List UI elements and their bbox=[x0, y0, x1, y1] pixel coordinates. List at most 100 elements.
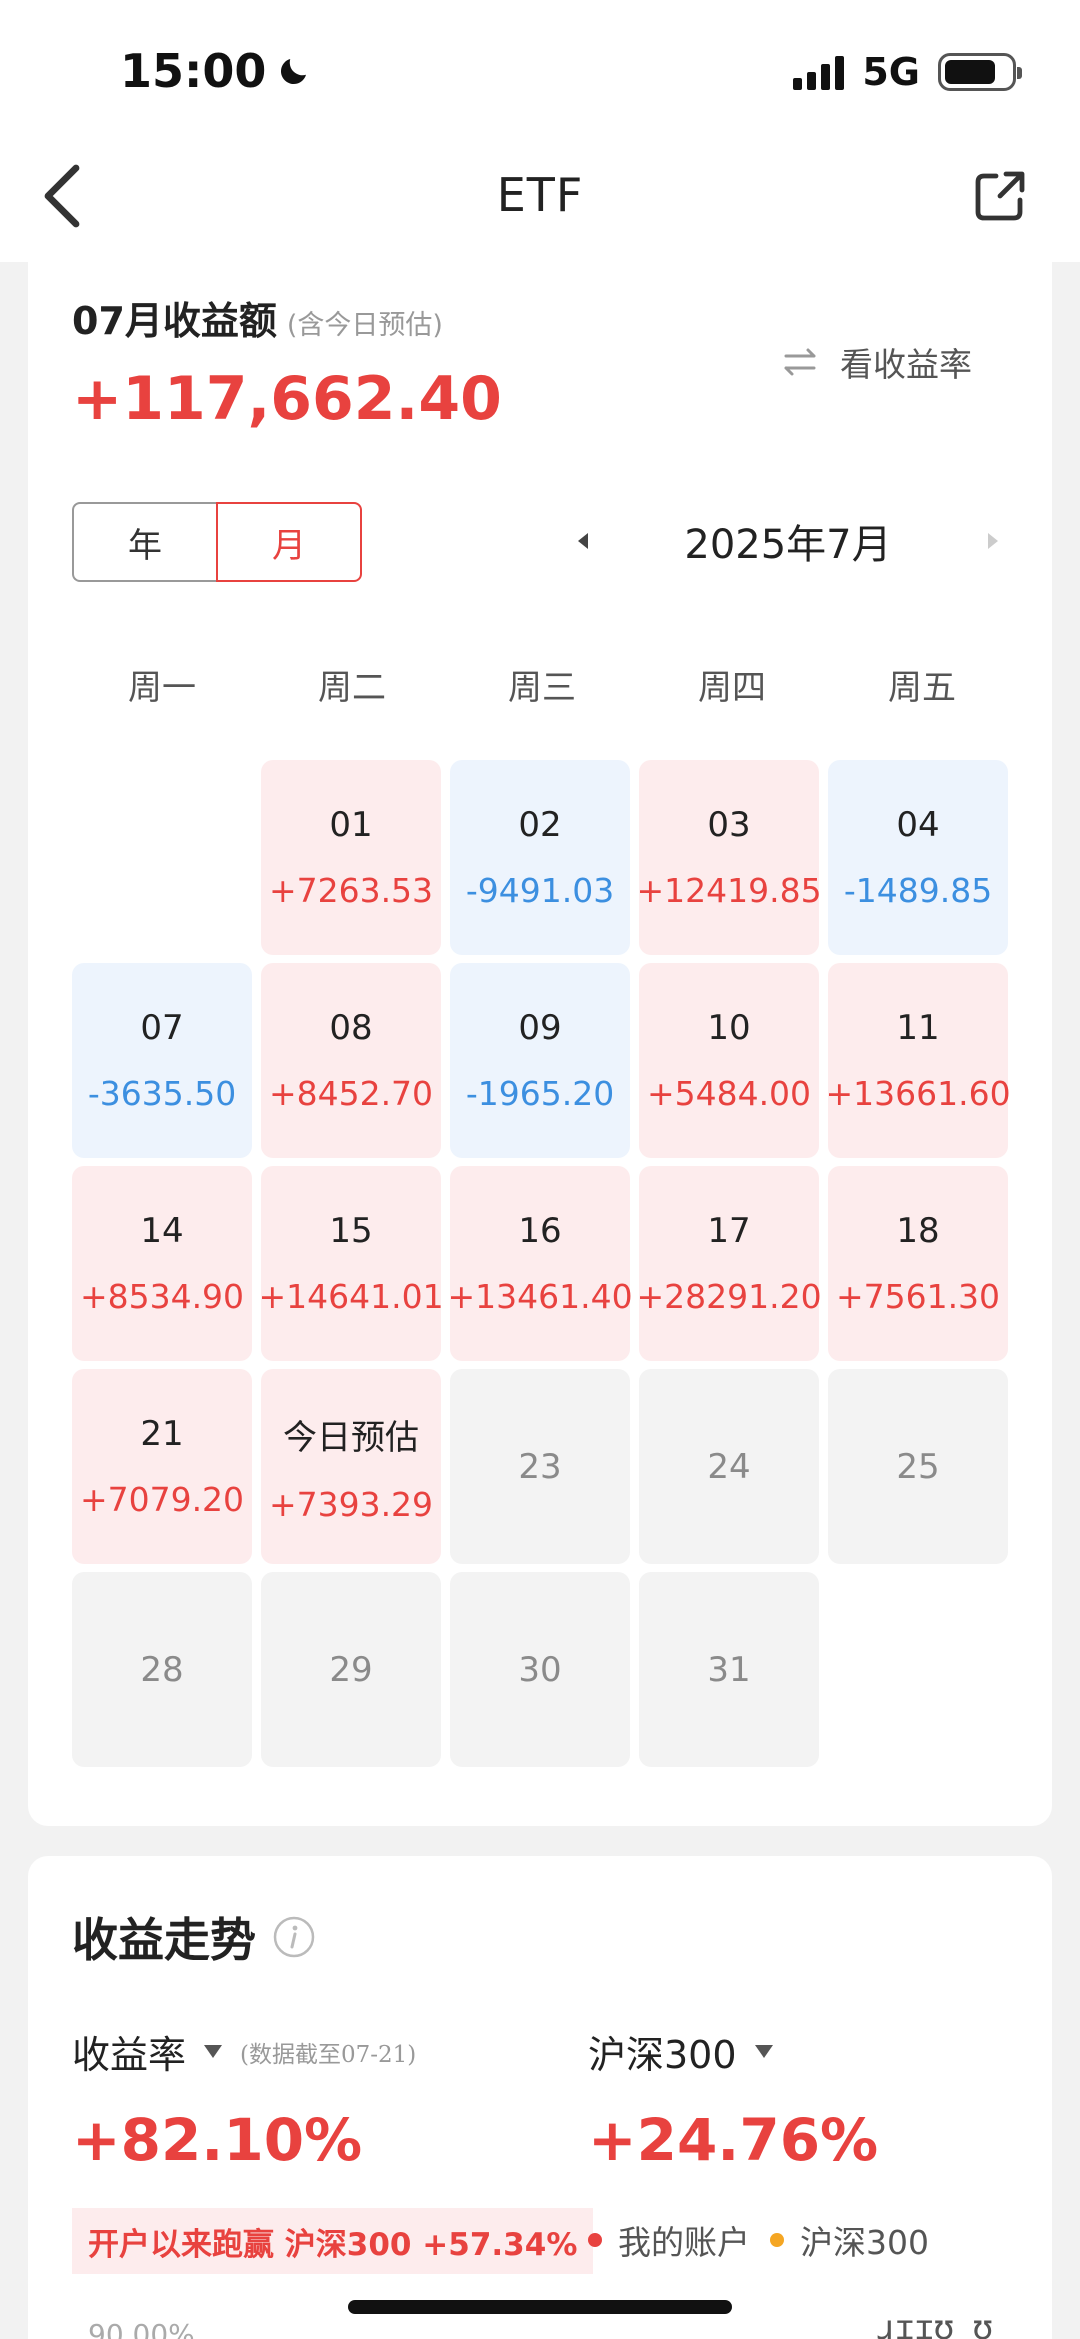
calendar-day-cell[interactable]: 24 bbox=[639, 1369, 819, 1564]
calendar-day-label: 今日预估 bbox=[283, 1417, 419, 1458]
calendar-day-cell[interactable]: 03 +12419.85 bbox=[636, 760, 822, 955]
calendar-cell-empty bbox=[72, 760, 252, 955]
calendar-day-amount: -1489.85 bbox=[843, 871, 993, 910]
calendar-day-cell[interactable]: 31 bbox=[639, 1572, 819, 1767]
weekday-header: 周一 周二 周三 周四 周五 bbox=[72, 660, 1012, 709]
next-month-button[interactable] bbox=[978, 526, 1008, 556]
weekday-thu: 周四 bbox=[698, 668, 766, 708]
calendar-day-cell[interactable]: 14 +8534.90 bbox=[72, 1166, 252, 1361]
calendar-day-amount: +5484.00 bbox=[646, 1074, 812, 1113]
trend-card: 收益走势 收益率 (数据截至07-21) +82.10% 沪深300 +24.7… bbox=[28, 1856, 1052, 2339]
calendar-day-label: 24 bbox=[707, 1446, 751, 1487]
calendar-day-label: 07 bbox=[140, 1008, 184, 1048]
calendar-day-cell[interactable]: 02 -9491.03 bbox=[450, 760, 630, 955]
calendar-day-amount: +7393.29 bbox=[268, 1484, 434, 1524]
calendar-day-label: 23 bbox=[518, 1446, 562, 1487]
period-segmented-control: 年 月 bbox=[72, 502, 362, 582]
index-selector[interactable]: 沪深300 bbox=[588, 2024, 773, 2079]
calendar-day-cell[interactable]: 今日预估 +7393.29 bbox=[261, 1369, 441, 1564]
calendar-day-amount: +14641.01 bbox=[258, 1277, 444, 1316]
weekday-fri: 周五 bbox=[888, 668, 956, 708]
prev-month-button[interactable] bbox=[568, 526, 598, 556]
swap-icon bbox=[784, 348, 816, 376]
income-label: 07月收益额 (含今日预估) bbox=[72, 290, 443, 345]
calendar-day-cell[interactable]: 09 -1965.20 bbox=[450, 963, 630, 1158]
calendar-day-cell[interactable]: 21 +7079.20 bbox=[72, 1369, 252, 1564]
calendar-day-amount: +8534.90 bbox=[79, 1277, 245, 1316]
caret-right-icon bbox=[988, 533, 998, 549]
calendar-day-label: 01 bbox=[329, 805, 373, 845]
calendar-day-label: 28 bbox=[140, 1649, 184, 1690]
calendar-day-label: 03 bbox=[707, 805, 751, 845]
calendar-day-cell[interactable]: 18 +7561.30 bbox=[828, 1166, 1008, 1361]
calendar-day-amount: +7561.30 bbox=[835, 1277, 1001, 1316]
weekday-tue: 周二 bbox=[318, 668, 386, 708]
index-value: +24.76% bbox=[588, 2106, 879, 2174]
calendar-day-cell[interactable]: 16 +13461.40 bbox=[447, 1166, 633, 1361]
income-card: 07月收益额 (含今日预估) +117,662.40 看收益率 年 月 2025年… bbox=[28, 262, 1052, 1826]
calendar-day-cell[interactable]: 23 bbox=[450, 1369, 630, 1564]
calendar-day-label: 14 bbox=[140, 1211, 184, 1251]
calendar-day-label: 21 bbox=[140, 1414, 184, 1454]
calendar-day-amount: -1965.20 bbox=[465, 1074, 615, 1113]
home-indicator[interactable] bbox=[348, 2300, 732, 2314]
calendar-day-cell[interactable]: 01 +7263.53 bbox=[261, 760, 441, 955]
signal-icon bbox=[793, 54, 845, 90]
calendar-day-cell[interactable]: 29 bbox=[261, 1572, 441, 1767]
income-total: +117,662.40 bbox=[72, 364, 502, 434]
legend-label: 沪深300 bbox=[800, 2223, 929, 2262]
header: 15:00 5G ETF bbox=[0, 0, 1080, 262]
calendar-day-label: 30 bbox=[518, 1649, 562, 1690]
calendar-day-cell[interactable]: 08 +8452.70 bbox=[261, 963, 441, 1158]
rate-value: +82.10% bbox=[72, 2106, 363, 2174]
tab-year[interactable]: 年 bbox=[72, 502, 216, 582]
calendar-day-amount: +8452.70 bbox=[268, 1074, 434, 1113]
legend-label: 我的账户 bbox=[618, 2223, 750, 2262]
calendar-day-cell[interactable]: 28 bbox=[72, 1572, 252, 1767]
battery-icon bbox=[938, 53, 1022, 91]
calendar-day-cell[interactable]: 30 bbox=[450, 1572, 630, 1767]
index-label: 沪深300 bbox=[588, 2033, 737, 2077]
calendar-day-cell[interactable]: 17 +28291.20 bbox=[636, 1166, 822, 1361]
calendar-day-cell[interactable]: 07 -3635.50 bbox=[72, 963, 252, 1158]
dropdown-arrow-icon bbox=[754, 2045, 773, 2058]
chart-axis-label: 90.00% bbox=[88, 2318, 195, 2339]
calendar-day-amount: +13461.40 bbox=[447, 1277, 633, 1316]
dropdown-arrow-icon bbox=[204, 2045, 223, 2058]
legend-my-account: 我的账户 bbox=[588, 2216, 750, 2264]
calendar-day-cell[interactable]: 10 +5484.00 bbox=[639, 963, 819, 1158]
calendar-day-label: 18 bbox=[896, 1211, 940, 1251]
calendar-day-label: 29 bbox=[329, 1649, 373, 1690]
weekday-wed: 周三 bbox=[508, 668, 576, 708]
calendar-day-cell[interactable]: 11 +13661.60 bbox=[825, 963, 1011, 1158]
rate-label: 收益率 bbox=[72, 2033, 187, 2077]
share-button[interactable] bbox=[972, 168, 1028, 224]
view-rate-label: 看收益率 bbox=[840, 345, 972, 384]
calendar-day-label: 15 bbox=[329, 1211, 373, 1251]
income-title: 07月收益额 bbox=[72, 299, 277, 343]
calendar-day-cell[interactable]: 04 -1489.85 bbox=[828, 760, 1008, 955]
legend-dot-icon bbox=[588, 2233, 602, 2247]
legend-index: 沪深300 bbox=[770, 2216, 929, 2264]
calendar-day-amount: +12419.85 bbox=[636, 871, 822, 910]
calendar-day-amount: +13661.60 bbox=[825, 1074, 1011, 1113]
calendar-grid: 01 +7263.53 02 -9491.03 03 +12419.85 04 -1489.8… bbox=[72, 760, 1016, 1767]
status-time: 15:00 bbox=[120, 44, 312, 98]
calendar-day-label: 09 bbox=[518, 1008, 562, 1048]
moon-icon bbox=[281, 59, 307, 85]
calendar-day-label: 31 bbox=[707, 1649, 751, 1690]
view-rate-toggle[interactable]: 看收益率 bbox=[780, 338, 972, 386]
status-indicators: 5G bbox=[793, 50, 1022, 94]
trend-title: 收益走势 bbox=[72, 1904, 316, 1970]
tab-month[interactable]: 月 bbox=[216, 502, 362, 582]
calendar-day-label: 08 bbox=[329, 1008, 373, 1048]
info-icon[interactable] bbox=[272, 1915, 316, 1959]
calendar-day-label: 10 bbox=[707, 1008, 751, 1048]
rate-date-note: (数据截至07-21) bbox=[240, 2041, 417, 2068]
calendar-day-cell[interactable]: 25 bbox=[828, 1369, 1008, 1564]
calendar-day-label: 16 bbox=[518, 1211, 562, 1251]
calendar-day-amount: +7079.20 bbox=[79, 1480, 245, 1519]
rate-selector[interactable]: 收益率 (数据截至07-21) bbox=[72, 2024, 416, 2079]
calendar-day-cell[interactable]: 15 +14641.01 bbox=[258, 1166, 444, 1361]
income-note: (含今日预估) bbox=[286, 310, 443, 341]
